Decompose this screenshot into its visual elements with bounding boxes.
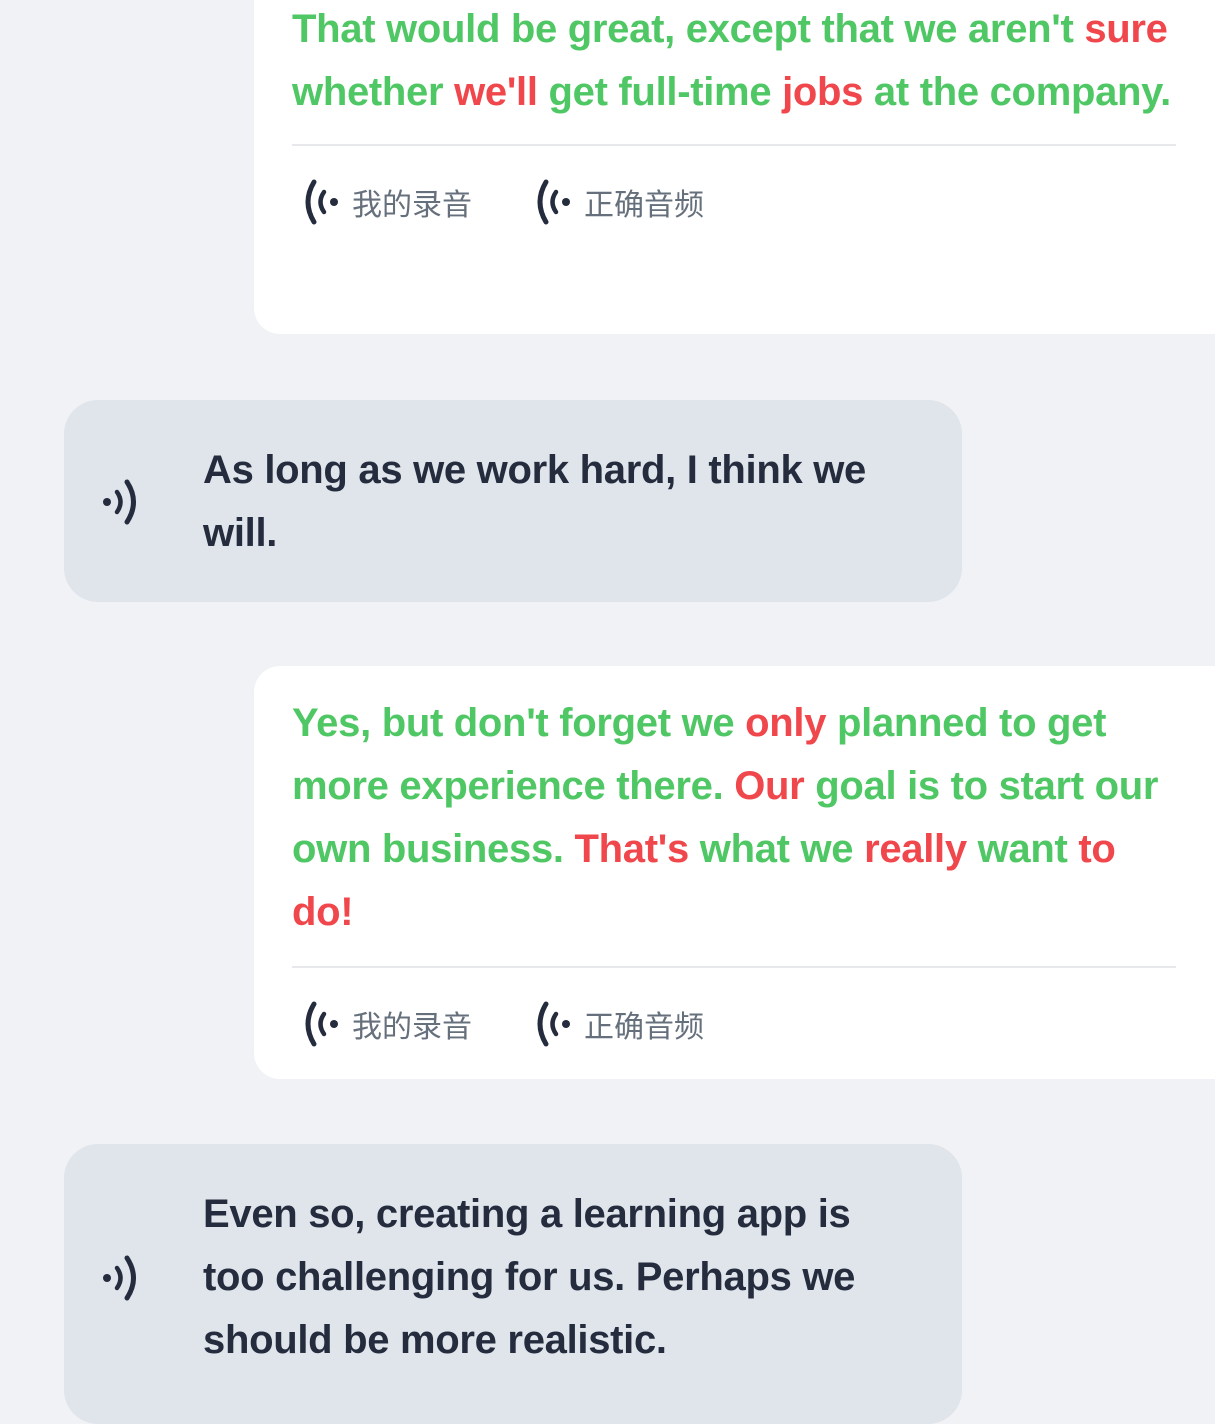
user-message-card: That would be great, except that we aren… <box>254 0 1215 334</box>
bot-message-bubble: As long as we work hard, I think we will… <box>64 400 962 602</box>
mispronounced-word: jobs <box>782 70 864 114</box>
scored-sentence: Yes, but don't forget we only planned to… <box>292 692 1176 944</box>
audio-controls: 我的录音 正确音频 <box>292 968 1215 1080</box>
my-recording-button[interactable]: 我的录音 <box>302 178 472 226</box>
scored-sentence: That would be great, except that we aren… <box>292 0 1176 124</box>
speaker-icon[interactable] <box>100 1254 144 1302</box>
correct-word: get full-time <box>537 70 783 114</box>
mispronounced-word: That's <box>574 827 690 871</box>
correct-word: That would be great, except that we aren… <box>292 7 1085 51</box>
sound-wave-left-icon <box>305 179 338 225</box>
my-recording-button[interactable]: 我的录音 <box>302 1000 472 1048</box>
correct-audio-button[interactable]: 正确音频 <box>534 178 704 226</box>
correct-word: what we <box>688 827 865 871</box>
audio-controls: 我的录音 正确音频 <box>292 146 1215 258</box>
speaker-icon[interactable] <box>100 478 144 526</box>
mispronounced-word: only <box>745 701 827 745</box>
bot-message-bubble: Even so, creating a learning app is too … <box>64 1144 962 1424</box>
correct-audio-label: 正确音频 <box>584 188 704 223</box>
correct-word: Yes, but don't forget we <box>292 701 746 745</box>
user-message-card: Yes, but don't forget we only planned to… <box>254 666 1215 1079</box>
mispronounced-word: Our <box>734 764 805 808</box>
bot-message-text: As long as we work hard, I think we will… <box>203 448 866 555</box>
my-recording-label: 我的录音 <box>352 188 472 223</box>
sound-wave-left-icon <box>537 179 570 225</box>
correct-word: whether <box>292 70 455 114</box>
mispronounced-word: really <box>864 827 967 871</box>
correct-audio-label: 正确音频 <box>584 1010 704 1045</box>
my-recording-label: 我的录音 <box>352 1010 472 1045</box>
correct-word: want <box>966 827 1079 871</box>
sound-wave-left-icon <box>537 1001 570 1047</box>
correct-word: at the company. <box>863 70 1171 114</box>
bot-message-text: Even so, creating a learning app is too … <box>203 1192 856 1362</box>
correct-audio-button[interactable]: 正确音频 <box>534 1000 704 1048</box>
sound-wave-left-icon <box>305 1001 338 1047</box>
mispronounced-word: sure <box>1084 7 1168 51</box>
mispronounced-word: we'll <box>454 70 538 114</box>
